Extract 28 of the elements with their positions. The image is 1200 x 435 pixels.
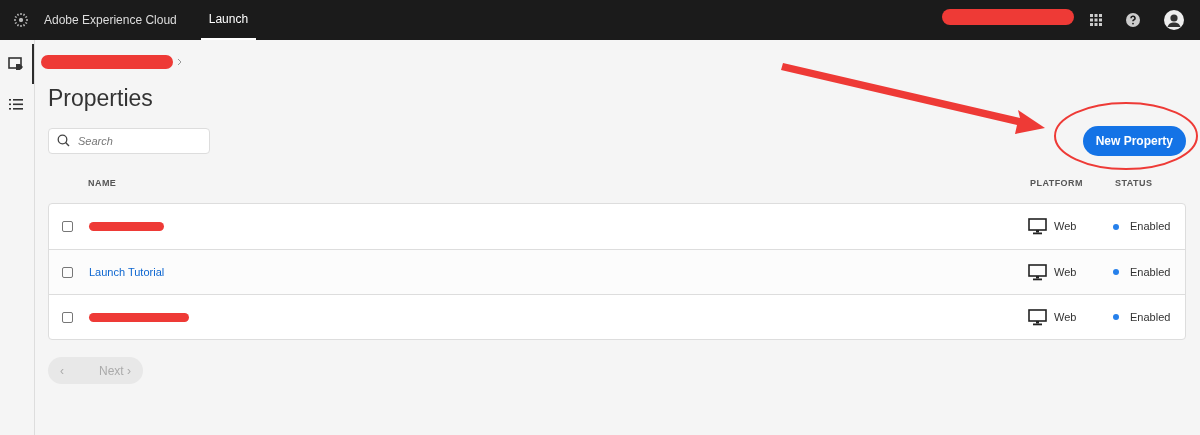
search-field[interactable]: Search xyxy=(48,128,210,154)
tag-window-icon xyxy=(8,57,24,71)
property-link[interactable]: Launch Tutorial xyxy=(89,263,165,281)
platform-text: Web xyxy=(1054,264,1077,280)
help-icon[interactable] xyxy=(1126,13,1140,27)
status-text: Enabled xyxy=(1130,264,1171,280)
brand-name: Adobe Experience Cloud xyxy=(44,12,177,29)
row-checkbox[interactable] xyxy=(62,221,73,232)
column-header: NAME xyxy=(88,177,117,191)
nav-tab[interactable]: Launch xyxy=(200,0,257,40)
column-header: PLATFORM xyxy=(1030,177,1084,191)
row-checkbox[interactable] xyxy=(62,266,73,278)
apps-grid-icon[interactable] xyxy=(1090,14,1102,26)
platform-text: Web xyxy=(1054,219,1077,235)
monitor-icon xyxy=(1028,218,1047,235)
monitor-icon xyxy=(1028,263,1047,281)
column-header: STATUS xyxy=(1115,177,1154,191)
row-checkbox[interactable] xyxy=(62,311,73,323)
platform-text: Web xyxy=(1054,309,1077,325)
search-icon xyxy=(57,134,70,147)
page-title: Properties xyxy=(48,84,154,112)
avatar-icon[interactable] xyxy=(1164,10,1184,30)
chevron-right-icon xyxy=(177,58,182,66)
status-text: Enabled xyxy=(1130,309,1171,325)
status-text: Enabled xyxy=(1130,219,1171,235)
list-icon xyxy=(9,97,23,111)
new-property-button[interactable]: New Property xyxy=(1082,126,1186,156)
monitor-icon xyxy=(1028,308,1047,326)
